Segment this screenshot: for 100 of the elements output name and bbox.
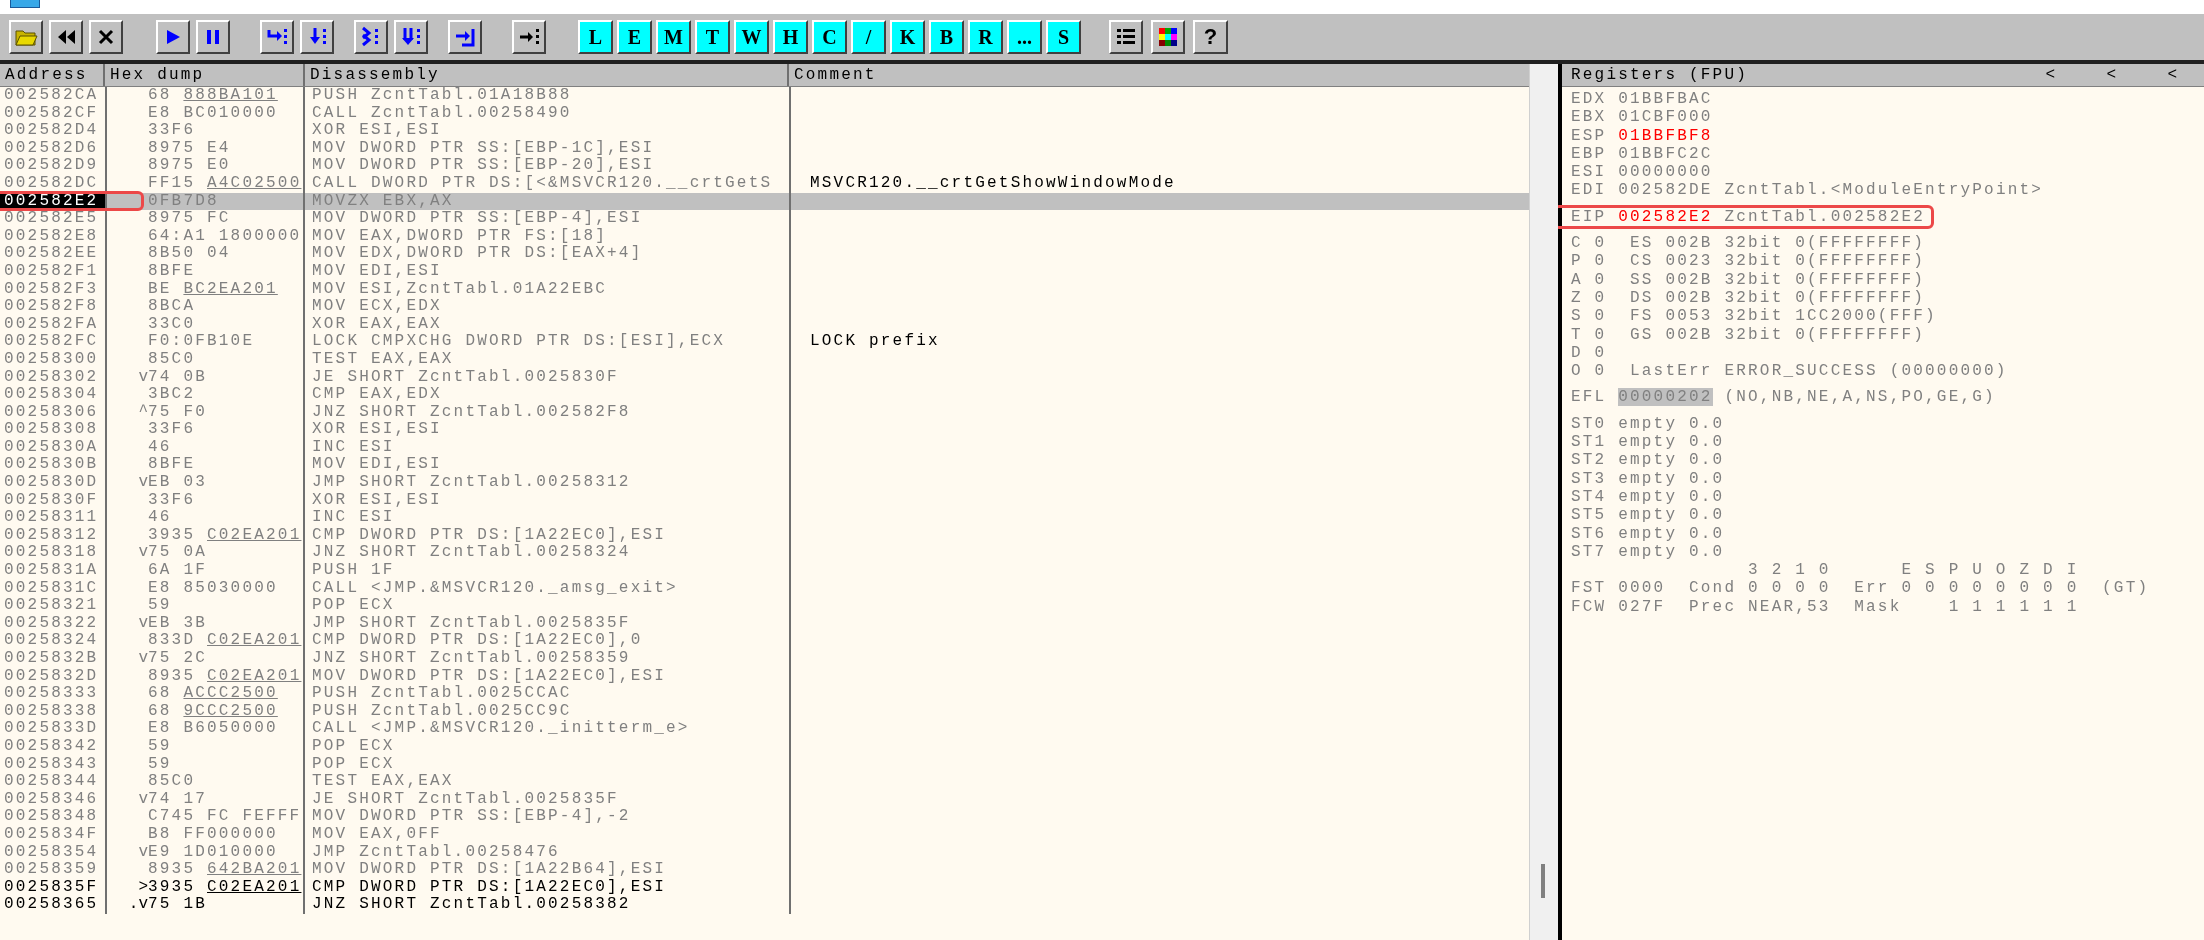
panel-title: Registers (FPU)	[1571, 66, 1750, 84]
table-cell-text: 0025835F	[3, 878, 100, 897]
register-line: EDX 01BBFBAC	[1571, 90, 1713, 109]
register-line: 3 2 1 0 E S P U O Z D I	[1747, 561, 2079, 580]
toolbar-button[interactable]: R	[968, 20, 1003, 54]
scrollbar[interactable]	[1529, 64, 1558, 940]
table-cell-text: 0025830B	[3, 456, 100, 475]
column-header[interactable]: Comment	[789, 64, 1529, 86]
table-cell-text: 002582EE	[3, 245, 100, 263]
table-cell: 8975 E4	[105, 139, 305, 158]
toolbar-button[interactable]: W	[734, 20, 769, 54]
toolbar-button[interactable]	[1109, 20, 1143, 54]
table-cell-text: 00258343	[3, 755, 100, 774]
table-cell-text: 002582E5	[3, 210, 100, 228]
toolbar-button[interactable]	[196, 20, 230, 54]
table-cell-text: 00258344	[3, 773, 100, 791]
table-cell-text: PUSH ZcntTabl.0025CC9C	[311, 702, 573, 720]
toolbar-button[interactable]	[354, 20, 388, 54]
table-cell: 3BC2	[105, 386, 305, 404]
register-line: EBP 01BBFC2C	[1571, 144, 1713, 164]
toolbar-button[interactable]: C	[812, 20, 847, 54]
toolbar-button[interactable]	[448, 20, 482, 54]
toolbar-button[interactable]: L	[578, 20, 613, 54]
toolbar-button[interactable]: E	[617, 20, 652, 54]
toolbar-button[interactable]	[156, 20, 190, 54]
scroll-thumb[interactable]	[1541, 864, 1545, 898]
table-cell-text: XOR ESI,ESI	[311, 421, 443, 439]
table-cell-text: 0025831C	[3, 579, 100, 598]
table-cell-text: PUSH ZcntTabl.01A18B88	[311, 87, 573, 105]
toolbar-button[interactable]	[512, 20, 546, 54]
toolbar-button[interactable]	[300, 20, 334, 54]
register-line: EIP 002582E2 ZcntTabl.002582E2	[1571, 207, 1926, 227]
toolbar-button[interactable]: M	[656, 20, 691, 54]
table-cell: 33F6	[105, 122, 305, 140]
table-cell-text: 00258342	[3, 737, 100, 756]
table-cell-text: MOV ESI,ZcntTabl.01A22EBC	[311, 280, 609, 299]
table-cell-text: 002582E8	[3, 227, 100, 246]
table-cell: 8975 FC	[105, 210, 305, 228]
toolbar-button[interactable]	[1151, 20, 1185, 54]
column-header[interactable]: Address	[0, 64, 105, 86]
table-cell-text: 00258365	[3, 896, 100, 914]
table-cell-text: 00258304	[3, 386, 100, 404]
table-cell-text: MOV ECX,EDX	[311, 298, 443, 316]
register-line: ESI 00000000	[1571, 163, 1713, 182]
column-header[interactable]: Hex dump	[105, 64, 305, 86]
toolbar-button[interactable]: T	[695, 20, 730, 54]
table-cell-text: POP ECX	[311, 597, 396, 615]
table-cell-text: 0025830A	[3, 438, 100, 457]
register-line: ST6 empty 0.0	[1571, 524, 1725, 543]
table-cell-text: INC ESI	[311, 438, 396, 457]
table-cell: 0FB7D8	[105, 192, 305, 211]
table-cell-text: 002582F3	[3, 280, 100, 299]
register-line: EDI 002582DE ZcntTabl.<ModuleEntryPoint>	[1571, 181, 2044, 200]
toolbar-button[interactable]: ...	[1007, 20, 1042, 54]
table-cell-text: CMP DWORD PTR DS:[1A22EC0],ESI	[311, 526, 668, 544]
toolbar-button[interactable]	[89, 20, 123, 54]
table-row[interactable]: 002582E2 0FB7D8 MOVZX EBX,AX	[0, 192, 1529, 211]
table-cell-text: 00258333	[3, 685, 100, 703]
table-cell-text: INC ESI	[311, 509, 396, 527]
table-cell-text: TEST EAX,EAX	[311, 350, 455, 369]
toolbar-button[interactable]	[260, 20, 294, 54]
toolbar-button[interactable]: B	[929, 20, 964, 54]
table-cell: 33F6	[105, 421, 305, 439]
toolbar-button[interactable]: /	[851, 20, 886, 54]
help-button[interactable]: ?	[1193, 20, 1228, 54]
window-icon	[10, 0, 40, 8]
toolbar-button[interactable]: K	[890, 20, 925, 54]
table-cell: 59	[105, 597, 305, 615]
register-line: ST1 empty 0.0	[1571, 433, 1725, 452]
table-cell-text: 00258318	[3, 544, 100, 563]
toolbar-button[interactable]: S	[1046, 20, 1081, 54]
table-cell: vEB 3B	[105, 614, 305, 633]
table-cell-text: MOV DWORD PTR SS:[EBP-20],ESI	[311, 157, 656, 175]
column-header[interactable]: Disassembly	[305, 64, 789, 86]
toolbar-button[interactable]	[9, 20, 43, 54]
toolbar-button[interactable]	[394, 20, 428, 54]
table-cell-text: XOR ESI,ESI	[311, 122, 443, 140]
table-cell-text: 00258346	[3, 790, 100, 809]
table-cell-text: CALL DWORD PTR DS:[<&MSVCR120.__crtGetS	[311, 174, 774, 193]
table-cell: 59	[105, 737, 305, 756]
table-cell: 33C0	[105, 315, 305, 334]
table-cell-text: 002582F1	[3, 262, 100, 281]
register-line: T 0 GS 002B 32bit 0(FFFFFFFF)	[1571, 325, 1926, 344]
table-cell-text: 002582CA	[3, 87, 100, 105]
toolbar-button[interactable]: H	[773, 20, 808, 54]
toolbar-button[interactable]	[49, 20, 83, 54]
scroll-arrow[interactable]: <	[2021, 66, 2082, 84]
scroll-arrow[interactable]: <	[2082, 66, 2143, 84]
table-cell-text: 00258300	[3, 350, 100, 369]
table-cell-text: 00258311	[3, 509, 100, 527]
table-cell-text: CALL <JMP.&MSVCR120._amsg_exit>	[311, 579, 679, 598]
table-cell: vEB 03	[105, 474, 305, 492]
scroll-arrow[interactable]: <	[2143, 66, 2204, 84]
table-cell-text: 00258324	[3, 632, 100, 650]
table-cell-text: 0025831A	[3, 562, 100, 580]
table-cell-text: 0025832B	[3, 650, 100, 668]
table-cell: 68 888BA101	[105, 87, 305, 105]
table-cell: E8 85030000	[105, 579, 305, 598]
table-cell-text: 0025830D	[3, 474, 100, 492]
table-cell-text: 00258354	[3, 843, 100, 862]
